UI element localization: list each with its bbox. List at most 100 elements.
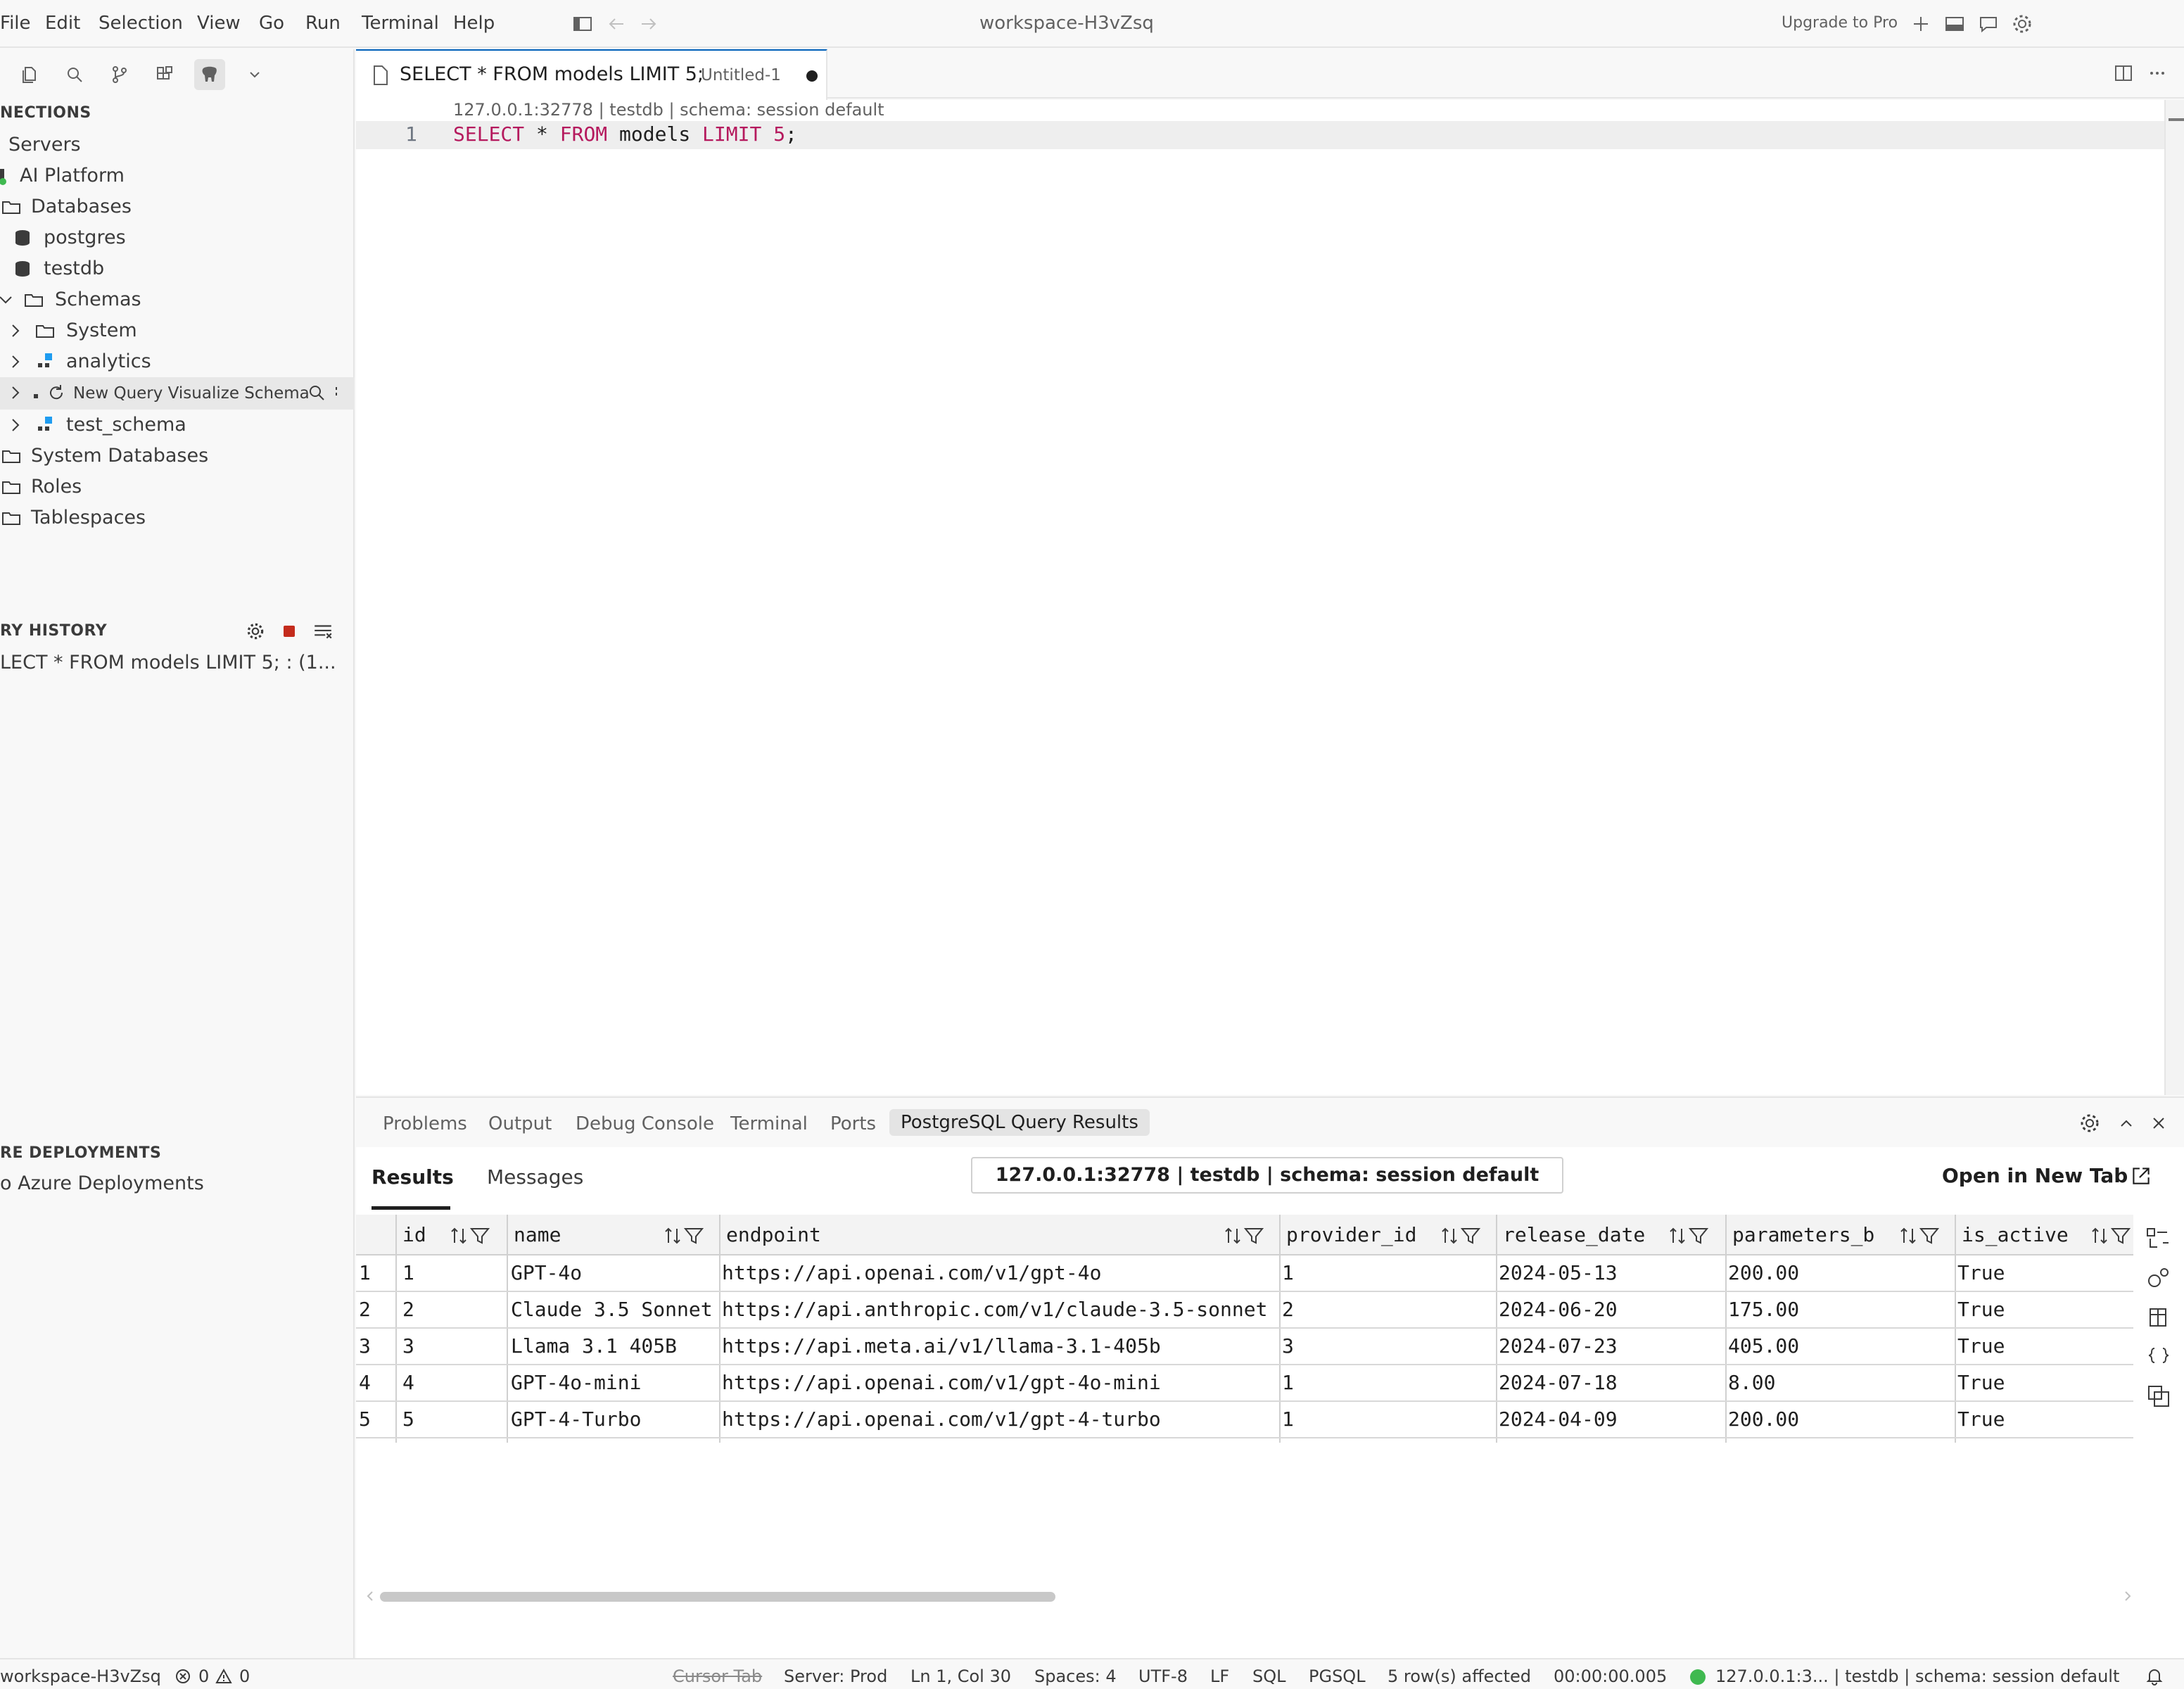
cell-endpoint[interactable]: https://api.anthropic.com/v1/claude-3.5-… — [722, 1298, 1276, 1321]
open-in-new-tab-button[interactable]: Open in New Tab — [1942, 1164, 2128, 1187]
cell-release-date[interactable]: 2024-07-18 — [1499, 1371, 1618, 1394]
code-editor[interactable]: 127.0.0.1:32778 | testdb | schema: sessi… — [356, 100, 2184, 1095]
history-item[interactable]: LECT * FROM models LIMIT 5; : (1... — [0, 647, 355, 678]
cell-parameters-b[interactable]: 405.00 — [1728, 1334, 1799, 1358]
panel-tab-postgresql-query-results[interactable]: PostgreSQL Query Results — [889, 1109, 1150, 1136]
tree-item-system[interactable]: System — [0, 315, 355, 346]
hover-actions-label[interactable]: New Query Visualize Schema — [73, 384, 310, 403]
messages-tab[interactable]: Messages — [487, 1165, 583, 1189]
status-connection[interactable]: 127.0.0.1:3... | testdb | schema: sessio… — [1715, 1666, 2119, 1686]
sort-filter-icon[interactable] — [2090, 1225, 2135, 1247]
sort-filter-icon[interactable] — [663, 1225, 708, 1247]
cell-parameters-b[interactable]: 175.00 — [1728, 1298, 1799, 1321]
menu-go[interactable]: Go — [259, 13, 284, 34]
tree-item-analytics[interactable]: analytics — [0, 346, 355, 377]
status-workspace[interactable]: workspace-H3vZsq — [0, 1666, 161, 1686]
cell-endpoint[interactable]: https://api.meta.ai/v1/llama-3.1-405b — [722, 1334, 1276, 1358]
table-row[interactable]: 3 3 Llama 3.1 405B https://api.meta.ai/v… — [356, 1329, 2133, 1365]
results-connection-info[interactable]: 127.0.0.1:32778 | testdb | schema: sessi… — [971, 1157, 1563, 1194]
toggle-panel-icon[interactable] — [1943, 13, 1966, 35]
status-warning-count[interactable]: 0 — [239, 1666, 250, 1686]
tree-item-tablespaces[interactable]: Tablespaces — [0, 502, 355, 533]
tree-item-test-schema[interactable]: test_schema — [0, 410, 355, 441]
plus-icon[interactable] — [1910, 13, 1932, 35]
cell-provider-id[interactable]: 1 — [1282, 1408, 1294, 1431]
sort-filter-icon[interactable] — [1898, 1225, 1943, 1247]
menu-terminal[interactable]: Terminal — [362, 13, 439, 34]
sort-filter-icon[interactable] — [1668, 1225, 1713, 1247]
tree-item-roles[interactable]: Roles — [0, 472, 355, 502]
editor-vertical-scrollbar[interactable] — [2164, 100, 2184, 1095]
tree-item-system-databases[interactable]: System Databases — [0, 441, 355, 472]
clear-history-icon[interactable] — [312, 621, 334, 642]
status-language-mode[interactable]: SQL — [1252, 1666, 1286, 1686]
chevron-right-icon[interactable] — [6, 383, 25, 403]
table-row[interactable]: 4 4 GPT-4o-mini https://api.openai.com/v… — [356, 1365, 2133, 1402]
status-server[interactable]: Server: Prod — [784, 1666, 887, 1686]
cell-is-active[interactable]: True — [1957, 1408, 2005, 1431]
results-tab[interactable]: Results — [372, 1165, 454, 1189]
cell-is-active[interactable]: True — [1957, 1298, 2005, 1321]
cell-is-active[interactable]: True — [1957, 1371, 2005, 1394]
tree-item-postgres[interactable]: postgres — [0, 222, 355, 253]
cell-name[interactable]: Claude 3.5 Sonnet — [511, 1298, 716, 1321]
sort-filter-icon[interactable] — [1223, 1225, 1268, 1247]
cell-name[interactable]: GPT-4o — [511, 1261, 716, 1284]
source-control-icon[interactable] — [104, 59, 135, 90]
table-row[interactable]: 5 5 GPT-4-Turbo https://api.openai.com/v… — [356, 1402, 2133, 1438]
chevron-right-icon[interactable] — [6, 352, 25, 372]
extensions-icon[interactable] — [149, 59, 180, 90]
azure-deployments-item[interactable]: o Azure Deployments — [0, 1168, 355, 1199]
panel-tab-terminal[interactable]: Terminal — [730, 1113, 808, 1134]
more-actions-icon[interactable] — [2146, 62, 2169, 84]
status-cursor-tab[interactable]: Cursor Tab — [673, 1666, 762, 1686]
tree-item-servers[interactable]: Servers — [0, 129, 355, 160]
maximize-panel-chevron-up-icon[interactable] — [2115, 1112, 2138, 1134]
code-line-1[interactable]: SELECT * FROM models LIMIT 5; — [453, 122, 797, 146]
column-header-endpoint[interactable]: endpoint — [726, 1223, 821, 1246]
panel-settings-gear-icon[interactable] — [2078, 1112, 2101, 1134]
settings-gear-icon[interactable] — [2011, 13, 2033, 35]
cell-id[interactable]: 1 — [402, 1261, 414, 1284]
column-header-parameters-b[interactable]: parameters_b — [1732, 1223, 1874, 1246]
cell-endpoint[interactable]: https://api.openai.com/v1/gpt-4-turbo — [722, 1408, 1276, 1431]
panel-tab-ports[interactable]: Ports — [830, 1113, 876, 1134]
query-history-section-header[interactable]: RY HISTORY — [0, 622, 107, 640]
more-actions-icon[interactable] — [329, 383, 349, 403]
cell-provider-id[interactable]: 1 — [1282, 1371, 1294, 1394]
tree-item-schemas[interactable]: Schemas — [0, 284, 355, 315]
copy-results-icon[interactable] — [2145, 1382, 2173, 1410]
editor-tab-untitled-1[interactable]: SELECT * FROM models LIMIT 5; Untitled-1 — [356, 49, 827, 100]
menu-help[interactable]: Help — [453, 13, 495, 34]
menu-view[interactable]: View — [197, 13, 241, 34]
cell-id[interactable]: 5 — [402, 1408, 414, 1431]
cell-name[interactable]: Llama 3.1 405B — [511, 1334, 716, 1358]
search-icon[interactable] — [59, 59, 90, 90]
warning-icon[interactable] — [215, 1668, 232, 1685]
panel-tab-output[interactable]: Output — [488, 1113, 552, 1134]
column-header-id[interactable]: id — [402, 1223, 426, 1246]
export-excel-icon[interactable] — [2145, 1303, 2173, 1331]
export-csv-icon[interactable] — [2145, 1225, 2173, 1253]
status-cursor-position[interactable]: Ln 1, Col 30 — [910, 1666, 1011, 1686]
cell-id[interactable]: 3 — [402, 1334, 414, 1358]
chat-icon[interactable] — [1977, 13, 2000, 35]
column-header-release-date[interactable]: release_date — [1503, 1223, 1645, 1246]
panel-tab-problems[interactable]: Problems — [383, 1113, 467, 1134]
menu-edit[interactable]: Edit — [45, 13, 80, 34]
history-settings-gear-icon[interactable] — [245, 621, 266, 642]
close-panel-icon[interactable] — [2147, 1112, 2170, 1134]
split-editor-icon[interactable] — [2112, 62, 2135, 84]
cell-parameters-b[interactable]: 200.00 — [1728, 1261, 1799, 1284]
tree-item-ai-platform[interactable]: AI Platform — [0, 160, 355, 191]
column-header-is-active[interactable]: is_active — [1962, 1223, 2069, 1246]
chevron-right-icon[interactable] — [6, 321, 25, 341]
cell-release-date[interactable]: 2024-06-20 — [1499, 1298, 1618, 1321]
cell-release-date[interactable]: 2024-04-09 — [1499, 1408, 1618, 1431]
cell-endpoint[interactable]: https://api.openai.com/v1/gpt-4o — [722, 1261, 1276, 1284]
cell-is-active[interactable]: True — [1957, 1261, 2005, 1284]
chevron-down-icon[interactable] — [0, 290, 15, 310]
chart-icon[interactable] — [2145, 1264, 2173, 1292]
status-encoding[interactable]: UTF-8 — [1138, 1666, 1188, 1686]
chevron-right-icon[interactable] — [6, 415, 25, 435]
